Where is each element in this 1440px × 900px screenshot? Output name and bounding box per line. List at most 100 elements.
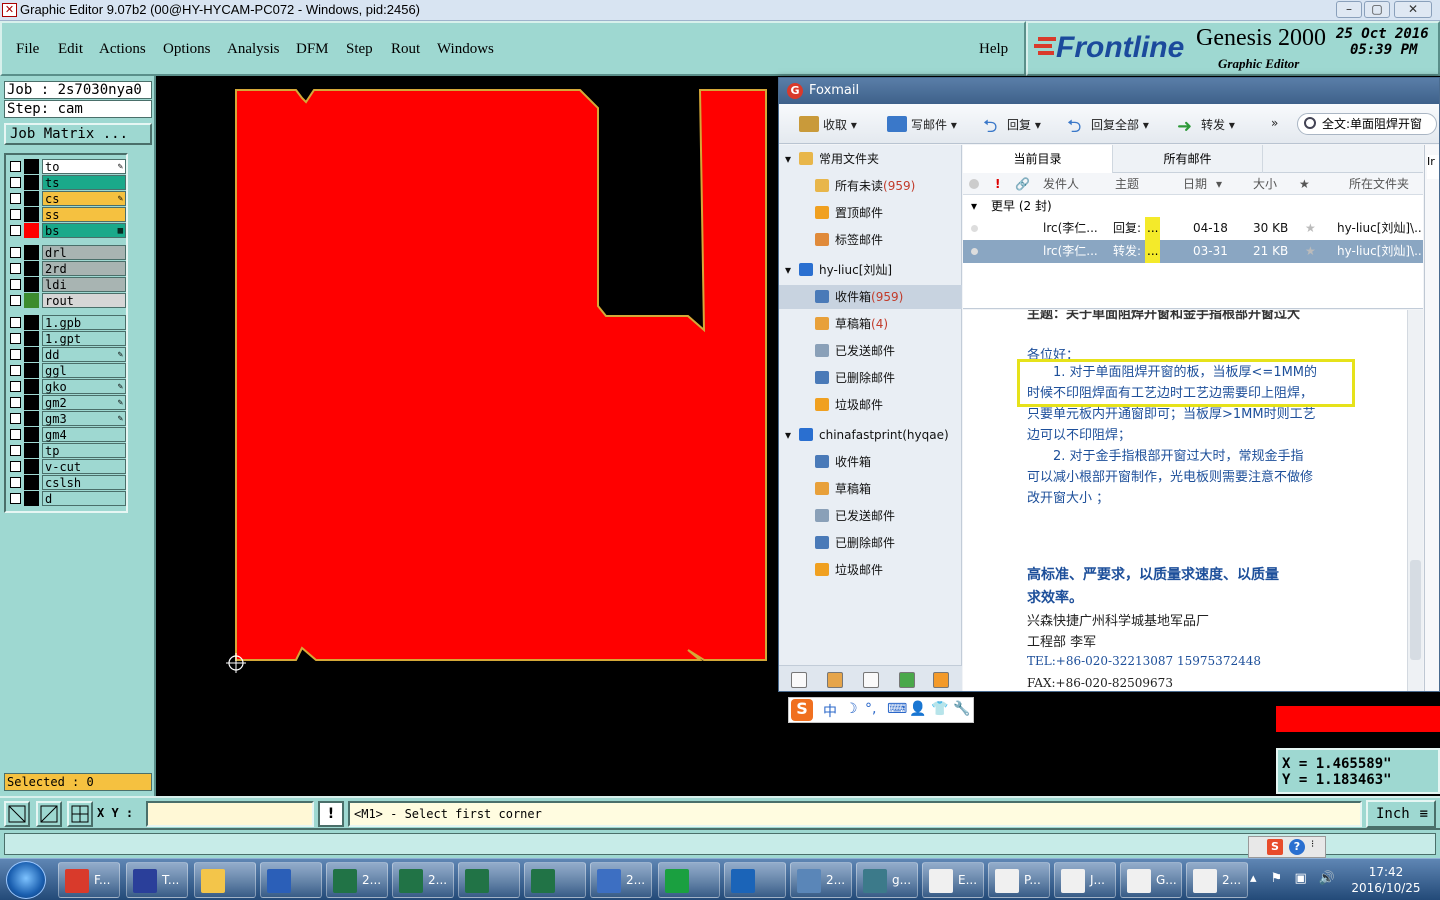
punctuation-icon[interactable]: °, [865, 701, 876, 717]
layer-color-swatch[interactable] [24, 245, 39, 260]
layer-row-1.gpb[interactable]: 1.gpb [8, 315, 126, 330]
menu-help[interactable]: Help [979, 41, 1008, 58]
expand-icon[interactable]: ▾ [785, 147, 791, 171]
folder-draft-12[interactable]: 草稿箱 [779, 477, 962, 501]
taskbar-item[interactable]: 2... [790, 862, 852, 898]
expand-icon[interactable]: ▾ [785, 258, 791, 282]
layer-name[interactable]: v-cut [42, 459, 126, 474]
xy-input[interactable] [146, 801, 314, 827]
network-icon[interactable]: ▣ [1294, 871, 1306, 886]
layer-name[interactable]: gm3 ✎ [42, 411, 126, 426]
menu-edit[interactable]: Edit [58, 41, 83, 58]
layer-row-cslsh[interactable]: cslsh [8, 475, 126, 490]
layer-checkbox[interactable] [10, 317, 21, 328]
layer-color-swatch[interactable] [24, 293, 39, 308]
keyboard-icon[interactable]: ⌨ [887, 701, 907, 717]
menu-rout[interactable]: Rout [391, 41, 420, 58]
taskbar-item[interactable] [658, 862, 720, 898]
layer-checkbox[interactable] [10, 161, 21, 172]
measure-icon[interactable] [36, 801, 62, 827]
col-date[interactable]: 日期 [1183, 173, 1207, 195]
layer-row-to[interactable]: to ✎ [8, 159, 126, 174]
message-row[interactable]: lrc(李仁... 回复: 04-18 30 KB hy-liuc[刘灿]\......… [963, 217, 1423, 240]
layer-row-2rd[interactable]: 2rd [8, 261, 126, 276]
layer-color-swatch[interactable] [24, 159, 39, 174]
menu-actions[interactable]: Actions [99, 41, 146, 58]
layer-name[interactable]: gm4 [42, 427, 126, 442]
receive-button[interactable]: 收取 ▾ [799, 116, 857, 133]
folder-sent-13[interactable]: 已发送邮件 [779, 504, 962, 528]
layer-name[interactable]: dd ✎ [42, 347, 126, 362]
layer-color-swatch[interactable] [24, 475, 39, 490]
layer-row-v-cut[interactable]: v-cut [8, 459, 126, 474]
layer-row-tp[interactable]: tp [8, 443, 126, 458]
close-button[interactable]: ✕ [1394, 1, 1432, 18]
menu-step[interactable]: Step [346, 41, 373, 58]
reply-all-button[interactable]: ⮌ 回复全部 ▾ [1067, 116, 1149, 136]
layer-color-swatch[interactable] [24, 347, 39, 362]
warning-button[interactable]: ! [318, 801, 344, 827]
layer-checkbox[interactable] [10, 397, 21, 408]
layer-color-swatch[interactable] [24, 277, 39, 292]
layer-checkbox[interactable] [10, 225, 21, 236]
taskbar-item[interactable]: F... [58, 862, 120, 898]
clock[interactable]: 17:42 2016/10/25 [1346, 864, 1426, 896]
contacts-icon[interactable] [827, 672, 843, 688]
taskbar-item[interactable]: 2... [326, 862, 388, 898]
taskbar-item[interactable]: 2... [590, 862, 652, 898]
layer-row-drl[interactable]: drl [8, 245, 126, 260]
taskbar-item[interactable] [724, 862, 786, 898]
taskbar-item[interactable]: g... [856, 862, 918, 898]
folder-draft-6[interactable]: 草稿箱(4) [779, 312, 962, 336]
folder-group-0[interactable]: ▾ 常用文件夹 [779, 147, 962, 171]
col-sender[interactable]: 发件人 [1043, 173, 1079, 195]
layer-name[interactable]: d [42, 491, 126, 506]
layer-name[interactable]: 2rd [42, 261, 126, 276]
taskbar-item[interactable] [524, 862, 586, 898]
folder-trash-14[interactable]: 已删除邮件 [779, 531, 962, 555]
layer-name[interactable]: cs ✎ [42, 191, 126, 206]
layer-row-gko[interactable]: gko ✎ [8, 379, 126, 394]
folder-folder-1[interactable]: 所有未读(959) [779, 174, 962, 198]
layer-row-rout[interactable]: rout [8, 293, 126, 308]
layer-row-ggl[interactable]: ggl [8, 363, 126, 378]
sogou-logo-icon[interactable]: S [791, 699, 813, 721]
layer-name[interactable]: 1.gpb [42, 315, 126, 330]
col-folder[interactable]: 所在文件夹 [1349, 173, 1409, 195]
layer-name[interactable]: ss [42, 207, 126, 222]
menu-windows[interactable]: Windows [437, 41, 494, 58]
layer-name[interactable]: gm2 ✎ [42, 395, 126, 410]
skin-icon[interactable]: 👕 [931, 701, 948, 717]
layer-row-1.gpt[interactable]: 1.gpt [8, 331, 126, 346]
layer-name[interactable]: ts [42, 175, 126, 190]
layer-name[interactable]: tp [42, 443, 126, 458]
start-button[interactable] [6, 861, 46, 899]
minimize-button[interactable]: – [1336, 1, 1362, 18]
layer-color-swatch[interactable] [24, 427, 39, 442]
layer-checkbox[interactable] [10, 209, 21, 220]
layer-checkbox[interactable] [10, 263, 21, 274]
layer-row-bs[interactable]: bs ▦ [8, 223, 126, 238]
compose-button[interactable]: 写邮件 ▾ [887, 116, 957, 133]
moon-icon[interactable]: ☽ [845, 701, 858, 717]
layer-row-dd[interactable]: dd ✎ [8, 347, 126, 362]
tray-expand-icon[interactable]: ▴ [1250, 871, 1257, 886]
tab-current-folder[interactable]: 当前目录 [963, 145, 1113, 173]
taskbar-item[interactable]: P... [988, 862, 1050, 898]
layer-color-swatch[interactable] [24, 459, 39, 474]
mail-icon[interactable] [791, 672, 807, 688]
unread-dot-icon[interactable] [971, 225, 978, 232]
folder-junk-9[interactable]: 垃圾邮件 [779, 393, 962, 417]
layer-checkbox[interactable] [10, 247, 21, 258]
settings-icon[interactable]: 🔧 [953, 701, 970, 717]
folder-tag-3[interactable]: 标签邮件 [779, 228, 962, 252]
star-icon[interactable]: ★ [1305, 240, 1316, 263]
layer-checkbox[interactable] [10, 445, 21, 456]
layer-color-swatch[interactable] [24, 395, 39, 410]
folder-account-4[interactable]: ▾ hy-liuc[刘灿] [779, 258, 962, 282]
col-subject[interactable]: 主题 [1115, 173, 1139, 195]
calendar-icon[interactable] [863, 672, 879, 688]
taskbar-item[interactable] [194, 862, 256, 898]
layer-color-swatch[interactable] [24, 207, 39, 222]
layer-color-swatch[interactable] [24, 363, 39, 378]
